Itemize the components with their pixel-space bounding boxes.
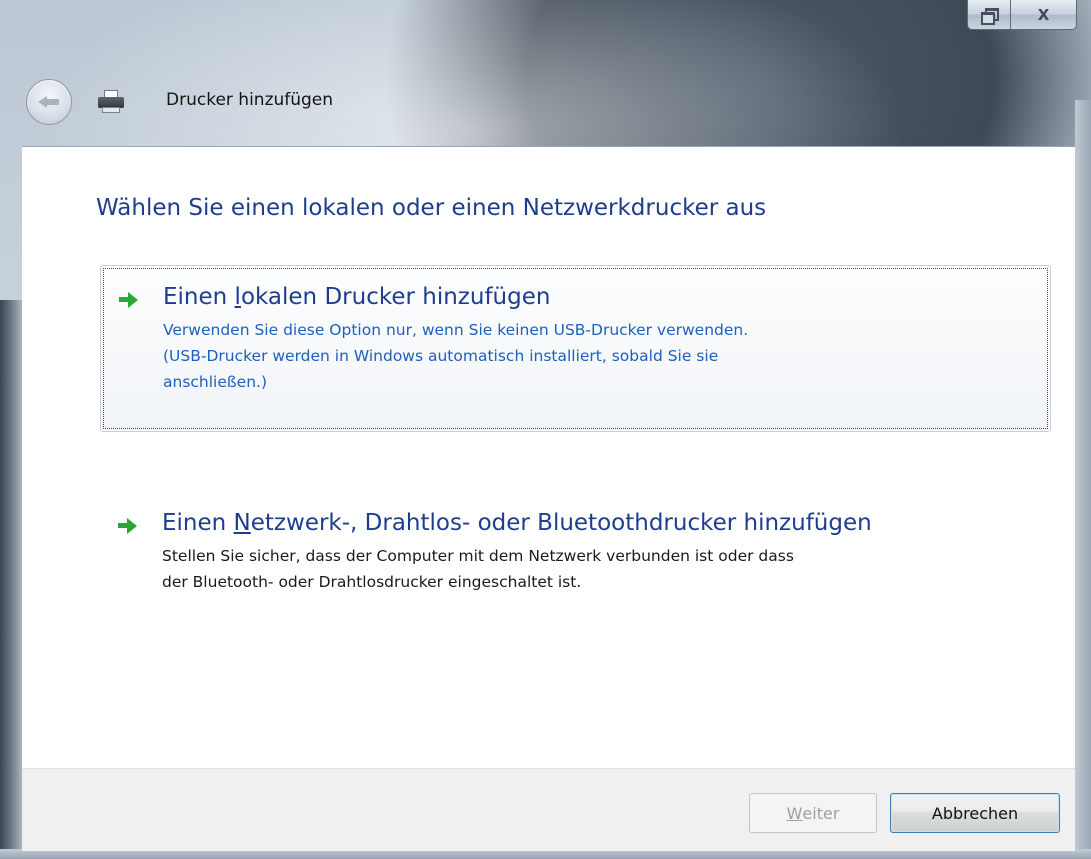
wizard-footer: Weiter Abbrechen [22,768,1075,851]
green-arrow-icon [118,518,138,534]
option-description: Stellen Sie sicher, dass der Computer mi… [162,547,794,591]
frame-right-edge [1075,100,1091,859]
window-title: Drucker hinzufügen [166,90,334,110]
wizard-content: Wählen Sie einen lokalen oder einen Netz… [22,146,1075,770]
page-heading: Wählen Sie einen lokalen oder einen Netz… [96,195,767,221]
back-button[interactable] [26,79,72,125]
next-button[interactable]: Weiter [749,793,877,833]
frame-left-edge [0,300,22,859]
printer-icon [96,90,126,114]
back-arrow-icon [38,93,60,111]
close-icon: X [1037,5,1050,24]
green-arrow-icon [119,292,139,308]
option-title: Einen lokalen Drucker hinzufügen [163,284,551,310]
caption-buttons: X [967,0,1077,30]
option-title: Einen Netzwerk-, Drahtlos- oder Bluetoot… [162,510,872,536]
restore-button[interactable] [967,0,1011,30]
restore-icon [981,8,999,25]
option-add-local-printer[interactable]: Einen lokalen Drucker hinzufügen Verwend… [100,265,1051,432]
cancel-button[interactable]: Abbrechen [890,793,1060,833]
close-button[interactable]: X [1011,0,1077,30]
option-add-network-printer[interactable]: Einen Netzwerk-, Drahtlos- oder Bluetoot… [100,492,1051,622]
option-description: Verwenden Sie diese Option nur, wenn Sie… [163,321,749,391]
